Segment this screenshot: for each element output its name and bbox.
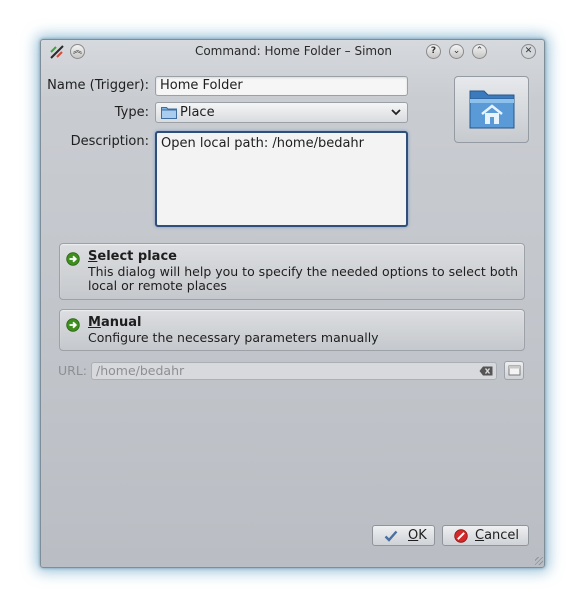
- select-place-option[interactable]: Select place This dialog will help you t…: [59, 243, 525, 300]
- url-value: /home/bedahr: [96, 363, 185, 378]
- browse-button[interactable]: [504, 361, 524, 380]
- cancel-icon: [454, 529, 468, 543]
- command-dialog: ︽ Command: Home Folder – Simon ? ⌄ ⌃ ✕ N…: [40, 39, 545, 568]
- ok-label: OK: [408, 528, 427, 543]
- home-folder-icon: [469, 90, 515, 129]
- select-place-title: Select place: [88, 249, 177, 264]
- window-title: Command: Home Folder – Simon: [194, 44, 393, 58]
- checkmark-icon: [384, 530, 398, 542]
- keep-above-icon[interactable]: ︽: [70, 44, 85, 59]
- title-bar[interactable]: ︽ Command: Home Folder – Simon ? ⌄ ⌃ ✕: [41, 40, 544, 64]
- go-next-icon: [66, 318, 80, 332]
- close-button[interactable]: ✕: [521, 44, 536, 59]
- open-file-icon: [508, 365, 521, 376]
- ok-button[interactable]: OK: [372, 525, 435, 546]
- clear-text-icon[interactable]: [479, 366, 493, 376]
- type-value: Place: [180, 105, 215, 120]
- simon-app-icon[interactable]: [48, 43, 66, 61]
- description-textarea[interactable]: Open local path: /home/bedahr: [155, 131, 408, 227]
- cancel-button[interactable]: Cancel: [442, 525, 529, 546]
- url-label: URL:: [58, 363, 88, 378]
- go-next-icon: [66, 252, 80, 266]
- type-label: Type:: [114, 105, 149, 120]
- description-label: Description:: [70, 134, 149, 149]
- cancel-label: Cancel: [475, 528, 520, 543]
- manual-option[interactable]: Manual Configure the necessary parameter…: [59, 309, 525, 351]
- manual-description: Configure the necessary parameters manua…: [88, 330, 379, 345]
- resize-grip[interactable]: [535, 557, 543, 565]
- folder-icon: [161, 107, 177, 119]
- type-select[interactable]: Place: [155, 102, 408, 123]
- url-input[interactable]: /home/bedahr: [91, 362, 497, 380]
- maximize-button[interactable]: ⌃: [472, 44, 487, 59]
- minimize-button[interactable]: ⌄: [449, 44, 464, 59]
- name-label: Name (Trigger):: [47, 78, 149, 93]
- select-place-description: This dialog will help you to specify the…: [88, 264, 519, 293]
- help-button[interactable]: ?: [426, 44, 441, 59]
- manual-title: Manual: [88, 315, 142, 330]
- command-icon-button[interactable]: [454, 76, 529, 143]
- chevron-down-icon: [391, 109, 401, 116]
- name-trigger-input[interactable]: Home Folder: [155, 76, 408, 96]
